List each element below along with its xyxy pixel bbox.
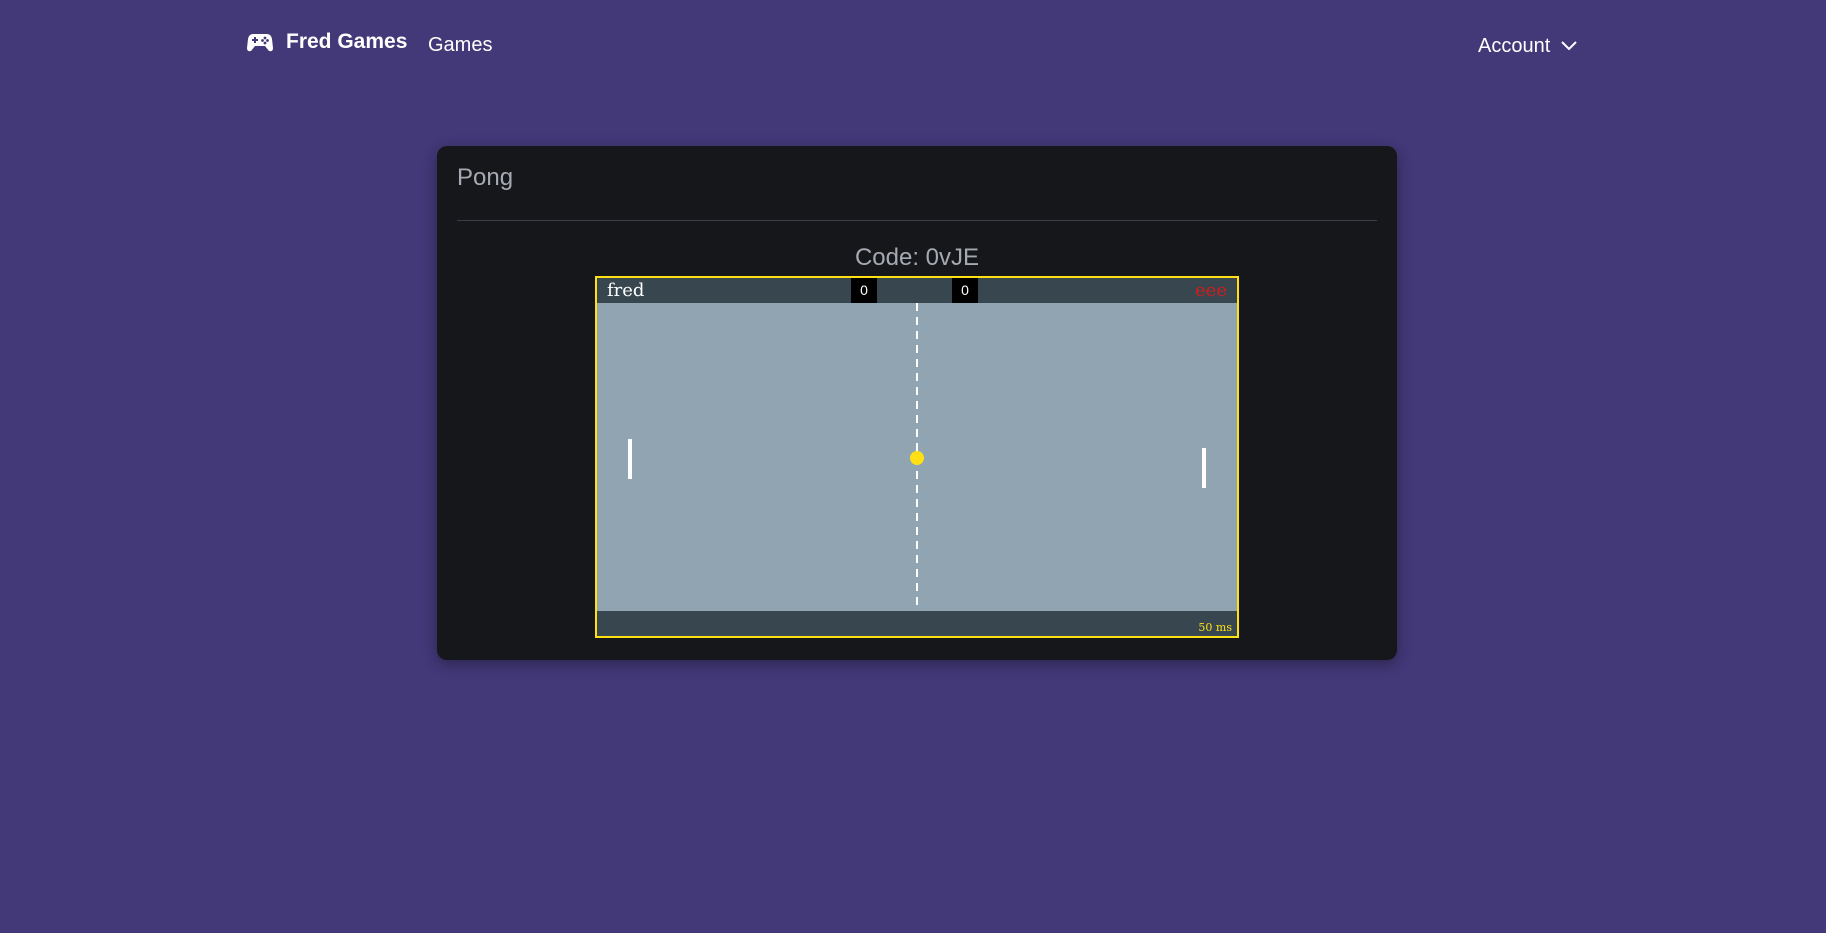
player-right-name: eee: [1195, 280, 1227, 301]
left-paddle: [628, 439, 632, 479]
player-left-name: fred: [607, 280, 645, 301]
chevron-down-icon: [1560, 34, 1578, 58]
card-title: Pong: [457, 164, 514, 191]
account-dropdown[interactable]: Account: [1478, 34, 1578, 58]
ball: [910, 451, 924, 465]
status-bar: 50 ms: [597, 611, 1237, 636]
brand-name: Fred Games: [286, 30, 408, 53]
card-divider: [457, 220, 1377, 221]
gamepad-icon: [246, 31, 274, 53]
account-label: Account: [1478, 34, 1551, 57]
player-left-score: 0: [851, 278, 877, 303]
right-paddle: [1202, 448, 1206, 488]
top-navbar: Fred Games Games Account: [0, 0, 1826, 92]
pong-field: [628, 303, 1206, 611]
game-card: Pong Code: 0vJE fred 0 0 eee 50 ms: [437, 146, 1397, 660]
game-code: Code: 0vJE: [854, 244, 980, 271]
pong-game-canvas[interactable]: fred 0 0 eee 50 ms: [595, 276, 1239, 638]
brand-link[interactable]: Fred Games: [246, 30, 407, 54]
latency-readout: 50 ms: [1198, 621, 1232, 634]
scoreboard-bar: fred 0 0 eee: [597, 278, 1237, 303]
nav-link-games[interactable]: Games: [428, 34, 492, 57]
player-right-score: 0: [952, 278, 978, 303]
